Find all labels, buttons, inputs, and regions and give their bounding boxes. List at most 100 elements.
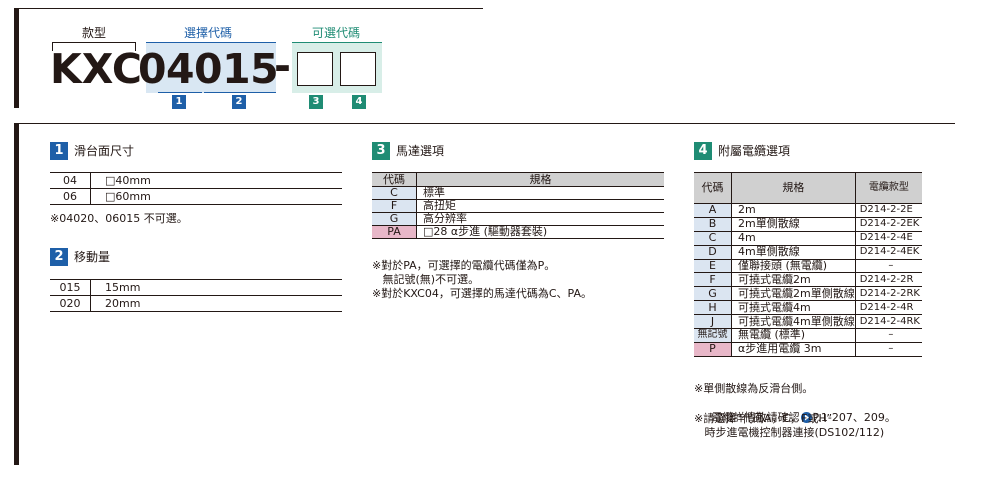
sec4-spec: 僅聯接頭 (無電纜)	[731, 259, 856, 274]
table-row: 06 □60mm	[50, 188, 342, 205]
table-row: 無記號 無電纜 (標準) –	[694, 328, 922, 343]
sec4-code: J	[694, 314, 732, 330]
sec1-title: 滑台面尺寸	[74, 144, 135, 158]
code-badge-1: 1	[172, 95, 186, 109]
sec4-spec: 可撓式電纜2m單側散線	[731, 286, 856, 302]
sec4-cable: D214-2-2RK	[855, 286, 922, 302]
sec3-header-spec: 規格	[416, 172, 664, 187]
table-row: B 2m單側散線 D214-2-2EK	[694, 217, 922, 232]
sec4-cable: D214-2-4RK	[855, 314, 922, 330]
sec4-cable: D214-2-4EK	[855, 245, 922, 260]
label-model: 款型	[82, 26, 107, 40]
sec3-code: F	[372, 199, 417, 213]
table-row: G 可撓式電纜2m單側散線 D214-2-2RK	[694, 286, 922, 302]
code-badge-4: 4	[352, 95, 366, 109]
code-badge-2: 2	[232, 95, 246, 109]
sec1-note: ※04020、06015 不可選。	[50, 212, 188, 225]
sec3-code: G	[372, 212, 417, 226]
sec3-spec: □28 α步進 (驅動器套裝)	[416, 225, 664, 239]
sec3-badge: 3	[372, 142, 390, 160]
table-row: G 高分辨率	[372, 212, 664, 226]
option-box-4	[340, 52, 376, 86]
sec3-code: PA	[372, 225, 417, 239]
table-row: F 高扭矩	[372, 199, 664, 213]
sec4-code: E	[694, 259, 732, 274]
sec4-cable: D214-2-4R	[855, 300, 922, 316]
code-badge-3: 3	[309, 95, 323, 109]
model-prefix: KXC	[50, 45, 143, 93]
sec4-spec: 可撓式電纜2m	[731, 272, 856, 288]
sec4-code: A	[694, 203, 732, 218]
badge-2-rule	[204, 92, 276, 93]
sec4-spec: 4m	[731, 231, 856, 246]
table-row: 04 □40mm	[50, 172, 342, 189]
sec4-spec: 可撓式電纜4m	[731, 300, 856, 316]
header-top-rule	[14, 8, 483, 9]
sec1-code: 04	[50, 172, 91, 189]
sec4-cable: D214-2-2E	[855, 203, 922, 218]
table-row: D 4m單側散線 D214-2-4EK	[694, 245, 922, 260]
badge-1-rule	[158, 92, 202, 93]
sec3-spec: 高扭矩	[416, 199, 664, 213]
sec4-code: F	[694, 272, 732, 288]
table-row: J 可撓式電纜4m單側散線 D214-2-4RK	[694, 314, 922, 330]
sec3-code: C	[372, 186, 417, 200]
sec3-spec: 高分辨率	[416, 212, 664, 226]
sec4-cable: D214-2-2EK	[855, 217, 922, 232]
sec4-header-cable: 電纜款型	[855, 172, 922, 204]
lower-left-bar	[14, 123, 19, 465]
label-select-code: 選擇代碼	[184, 26, 233, 40]
sec4-code: G	[694, 286, 732, 302]
sec4-header-spec: 規格	[731, 172, 856, 204]
sec4-note-3: ※請選擇“代碼A，C，F或H”	[694, 412, 833, 425]
sec4-spec: 無電纜 (標準)	[731, 328, 856, 343]
sec1-spec: □60mm	[90, 188, 342, 205]
sec4-cable: D214-2-2R	[855, 272, 922, 288]
sec4-cable: –	[855, 328, 922, 343]
sec4-code: P	[694, 342, 732, 357]
sec4-spec: 2m單側散線	[731, 217, 856, 232]
sec4-spec: 可撓式電纜4m單側散線	[731, 314, 856, 330]
table-header-row: 代碼 規格 電纜款型	[694, 172, 922, 204]
table-row: C 標準	[372, 186, 664, 200]
sec1-table: 04 □40mm 06 □60mm	[50, 172, 342, 205]
sec2-title: 移動量	[74, 250, 111, 264]
sec3-note-2: 無記號(無)不可選。	[372, 273, 480, 286]
sec3-note-3: ※對於KXC04，可選擇的馬達代碼為C、PA。	[372, 287, 592, 300]
sec4-spec: α步進用電纜 3m	[731, 342, 856, 357]
table-row: H 可撓式電纜4m D214-2-4R	[694, 300, 922, 316]
sec4-code: B	[694, 217, 732, 232]
sec1-badge: 1	[50, 142, 68, 160]
sec4-code: D	[694, 245, 732, 260]
table-header-row: 代碼 規格	[372, 172, 664, 187]
sec4-table: 代碼 規格 電纜款型 A 2m D214-2-2E B 2m單側散線 D214-…	[694, 172, 922, 357]
table-row: PA □28 α步進 (驅動器套裝)	[372, 225, 664, 239]
sec4-cable: –	[855, 259, 922, 274]
sec4-header-code: 代碼	[694, 172, 732, 204]
sec3-table: 代碼 規格 C 標準 F 高扭矩 G 高分辨率 PA □28 α步進 (驅動器套…	[372, 172, 664, 239]
sec2-badge: 2	[50, 248, 68, 266]
sec3-title: 馬達選項	[396, 144, 445, 158]
sec4-code: H	[694, 300, 732, 316]
sec4-cable: –	[855, 342, 922, 357]
sec4-spec: 2m	[731, 203, 856, 218]
sec4-code: C	[694, 231, 732, 246]
sec2-code: 015	[50, 279, 91, 296]
sec4-cable: D214-2-4E	[855, 231, 922, 246]
sec4-badge: 4	[694, 142, 712, 160]
sec2-spec: 20mm	[90, 295, 342, 312]
sec3-spec: 標準	[416, 186, 664, 200]
header-left-bar	[14, 8, 19, 108]
sec4-note-4: 時步進電機控制器連接(DS102/112)	[694, 426, 885, 439]
sec4-note-1: ※單側散線為反滑台側。	[694, 382, 814, 395]
sec4-code: 無記號	[694, 328, 732, 343]
sec4-title: 附屬電纜選項	[718, 144, 791, 158]
lower-top-rule	[14, 123, 955, 124]
sec2-spec: 15mm	[90, 279, 342, 296]
sec4-spec: 4m單側散線	[731, 245, 856, 260]
model-code: 04015	[138, 45, 279, 93]
table-row: 020 20mm	[50, 295, 342, 312]
sec2-code: 020	[50, 295, 91, 312]
model-dash: -	[274, 42, 292, 90]
table-row: A 2m D214-2-2E	[694, 203, 922, 218]
